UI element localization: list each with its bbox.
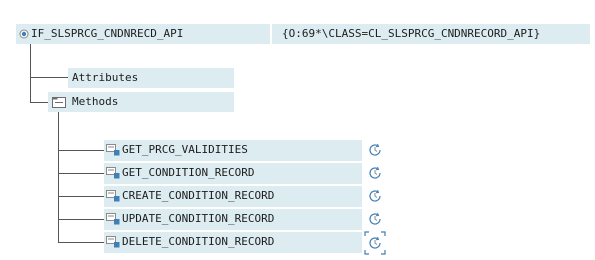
clock-icon[interactable] (368, 212, 382, 226)
tree-line-method-2 (58, 173, 104, 174)
method-get-condition-record[interactable]: GET_CONDITION_RECORD (122, 163, 254, 183)
object-reference: {O:69*\CLASS=CL_SLSPRCG_CNDNRECORD_API} (282, 27, 541, 40)
tree-line-method-3 (58, 196, 104, 197)
method-get-prcg-validities[interactable]: GET_PRCG_VALIDITIES (122, 140, 248, 160)
tree-line-attributes (30, 77, 70, 78)
attributes-node[interactable]: Attributes (72, 68, 138, 88)
method-update-condition-record[interactable]: UPDATE_CONDITION_RECORD (122, 209, 274, 229)
method-icon (106, 190, 120, 202)
tree-line-method-1 (58, 150, 104, 151)
methods-node[interactable]: Methods (72, 92, 118, 112)
tree-line-root (30, 44, 31, 102)
method-icon (106, 144, 120, 156)
clock-icon[interactable] (368, 143, 382, 157)
tree-line-methods-children (58, 112, 59, 243)
method-icon (106, 236, 120, 248)
folder-open-icon[interactable] (52, 97, 66, 108)
tree-line-methods (30, 102, 48, 103)
radio-dot-icon[interactable] (19, 29, 29, 39)
tree-line-method-4 (58, 219, 104, 220)
method-delete-condition-record[interactable]: DELETE_CONDITION_RECORD (122, 232, 274, 252)
clock-icon[interactable] (368, 189, 382, 203)
clock-icon-focused[interactable] (364, 231, 386, 255)
method-create-condition-record[interactable]: CREATE_CONDITION_RECORD (122, 186, 274, 206)
clock-icon[interactable] (368, 166, 382, 180)
root-interface-name[interactable]: IF_SLSPRCG_CNDNRECD_API (31, 24, 183, 44)
method-icon (106, 213, 120, 225)
method-icon (106, 167, 120, 179)
tree-line-method-5 (58, 242, 104, 243)
